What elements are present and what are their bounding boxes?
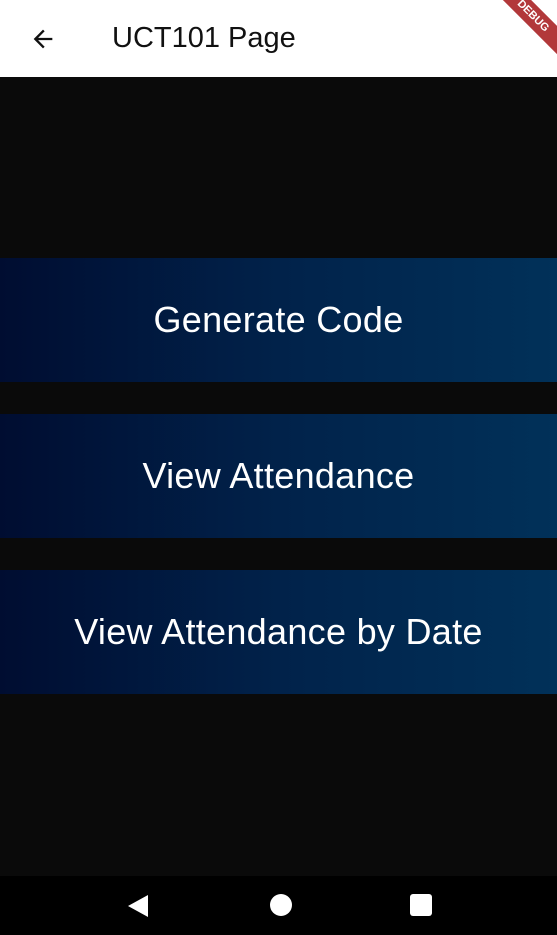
back-triangle-icon[interactable] <box>128 895 148 917</box>
arrow-left-icon <box>33 29 53 48</box>
page-title: UCT101 Page <box>112 22 296 54</box>
app-bar: UCT101 Page <box>0 0 557 77</box>
system-navigation-bar <box>0 876 557 935</box>
generate-code-button[interactable]: Generate Code <box>0 258 557 382</box>
view-attendance-button[interactable]: View Attendance <box>0 414 557 538</box>
home-circle-icon[interactable] <box>270 894 292 916</box>
view-attendance-by-date-button[interactable]: View Attendance by Date <box>0 570 557 694</box>
back-button[interactable] <box>28 24 58 54</box>
recents-square-icon[interactable] <box>410 894 432 916</box>
